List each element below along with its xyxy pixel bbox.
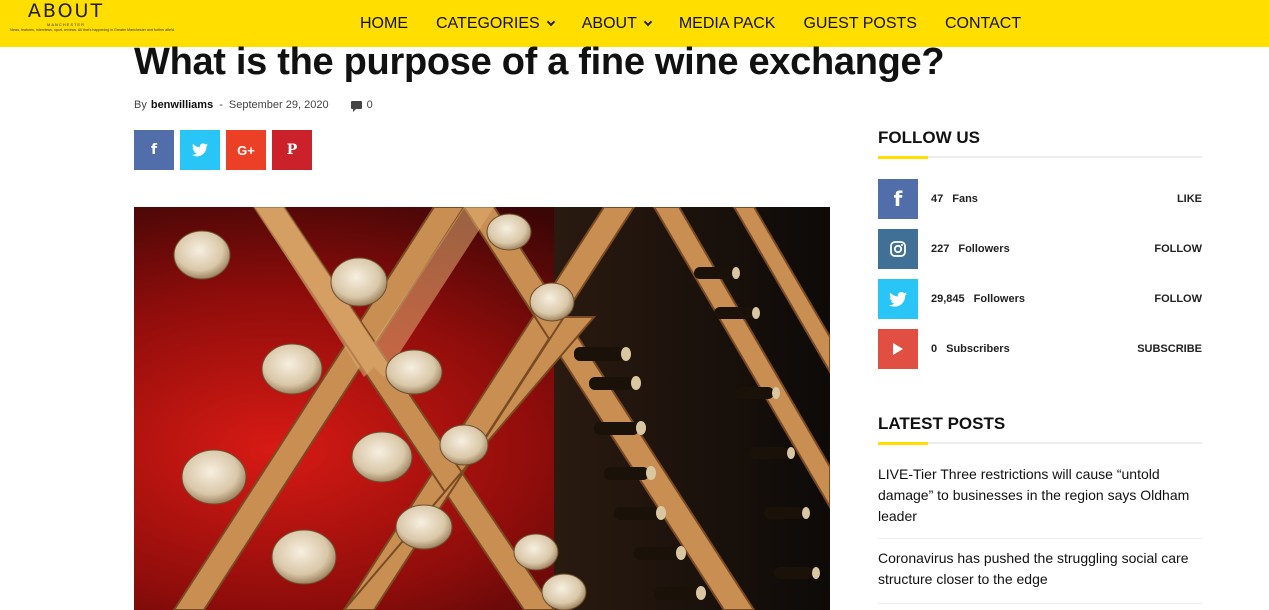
share-google-plus-button[interactable]: G+ xyxy=(226,130,266,170)
comment-count[interactable]: 0 xyxy=(367,99,373,111)
nav-contact-label: CONTACT xyxy=(944,14,1022,32)
nav-home[interactable]: HOME xyxy=(360,15,408,33)
share-facebook-button[interactable]: f xyxy=(134,130,174,170)
nav-guest-posts-label: GUEST POSTS xyxy=(803,14,917,32)
logo-tagline: News, features, interviews, sport, revie… xyxy=(10,28,175,32)
social-row-facebook: f 47 Fans LIKE xyxy=(878,179,1202,219)
instagram-unit: Followers xyxy=(958,243,1010,255)
title-accent xyxy=(878,442,928,445)
follow-us-rule xyxy=(878,156,1202,159)
social-row-instagram: 227 Followers FOLLOW xyxy=(878,229,1202,269)
facebook-like-button[interactable]: LIKE xyxy=(1177,193,1202,205)
share-twitter-button[interactable] xyxy=(180,130,220,170)
facebook-icon: f xyxy=(150,142,158,158)
title-accent xyxy=(878,156,928,159)
latest-post-link[interactable]: LIVE-Tier Three restrictions will cause … xyxy=(878,464,1202,527)
share-buttons: f G+ P xyxy=(134,130,318,170)
instagram-follow-button[interactable]: FOLLOW xyxy=(1154,243,1202,255)
twitter-icon xyxy=(192,143,208,157)
site-logo[interactable]: ABOUT MANCHESTER News, features, intervi… xyxy=(10,0,175,46)
chevron-down-icon xyxy=(546,17,555,26)
main-nav: HOME CATEGORIES ABOUT MEDIA PACK GUEST P… xyxy=(346,0,1035,47)
publish-date: September 29, 2020 xyxy=(228,99,329,111)
twitter-icon[interactable] xyxy=(878,279,918,319)
nav-media-pack-label: MEDIA PACK xyxy=(678,14,776,32)
latest-posts-title: LATEST POSTS xyxy=(878,414,1006,433)
article-title: What is the purpose of a fine wine excha… xyxy=(134,41,945,83)
nav-categories[interactable]: CATEGORIES xyxy=(436,14,555,33)
youtube-unit: Subscribers xyxy=(946,343,1010,355)
nav-home-label: HOME xyxy=(360,14,408,32)
author-link[interactable]: benwilliams xyxy=(151,99,213,111)
post-divider xyxy=(878,538,1202,539)
twitter-unit: Followers xyxy=(973,293,1025,305)
nav-about[interactable]: ABOUT xyxy=(581,14,653,33)
google-plus-icon: G+ xyxy=(237,142,255,158)
twitter-count: 29,845 xyxy=(931,293,965,305)
article-meta: By benwilliams - September 29, 2020 0 xyxy=(134,99,373,112)
latest-post-link[interactable]: Coronavirus has pushed the struggling so… xyxy=(878,548,1202,590)
post-divider xyxy=(878,603,1202,604)
by-label: By xyxy=(134,99,147,111)
nav-about-label: ABOUT xyxy=(581,14,637,32)
nav-categories-label: CATEGORIES xyxy=(436,14,540,32)
facebook-icon[interactable]: f xyxy=(878,179,918,219)
youtube-icon[interactable] xyxy=(878,329,918,369)
instagram-icon[interactable] xyxy=(878,229,918,269)
nav-guest-posts[interactable]: GUEST POSTS xyxy=(803,15,917,33)
site-header: ABOUT MANCHESTER News, features, intervi… xyxy=(0,0,1269,47)
youtube-count: 0 xyxy=(931,343,938,355)
chevron-down-icon xyxy=(643,17,653,26)
follow-us-title: FOLLOW US xyxy=(878,128,980,147)
latest-posts-rule xyxy=(878,442,1202,445)
facebook-count: 47 xyxy=(931,193,944,205)
pinterest-icon: P xyxy=(286,142,298,158)
share-pinterest-button[interactable]: P xyxy=(272,130,312,170)
youtube-subscribe-button[interactable]: SUBSCRIBE xyxy=(1137,343,1202,355)
logo-wordmark: ABOUT xyxy=(27,0,105,22)
nav-contact[interactable]: CONTACT xyxy=(945,15,1021,33)
nav-media-pack[interactable]: MEDIA PACK xyxy=(679,15,776,33)
meta-separator: - xyxy=(219,99,223,111)
facebook-unit: Fans xyxy=(952,193,978,205)
instagram-count: 227 xyxy=(931,243,950,255)
hero-image-wine-bottles xyxy=(134,207,830,610)
comment-icon xyxy=(350,101,362,112)
social-row-twitter: 29,845 Followers FOLLOW xyxy=(878,279,1202,319)
twitter-follow-button[interactable]: FOLLOW xyxy=(1154,293,1202,305)
social-row-youtube: 0 Subscribers SUBSCRIBE xyxy=(878,329,1202,369)
